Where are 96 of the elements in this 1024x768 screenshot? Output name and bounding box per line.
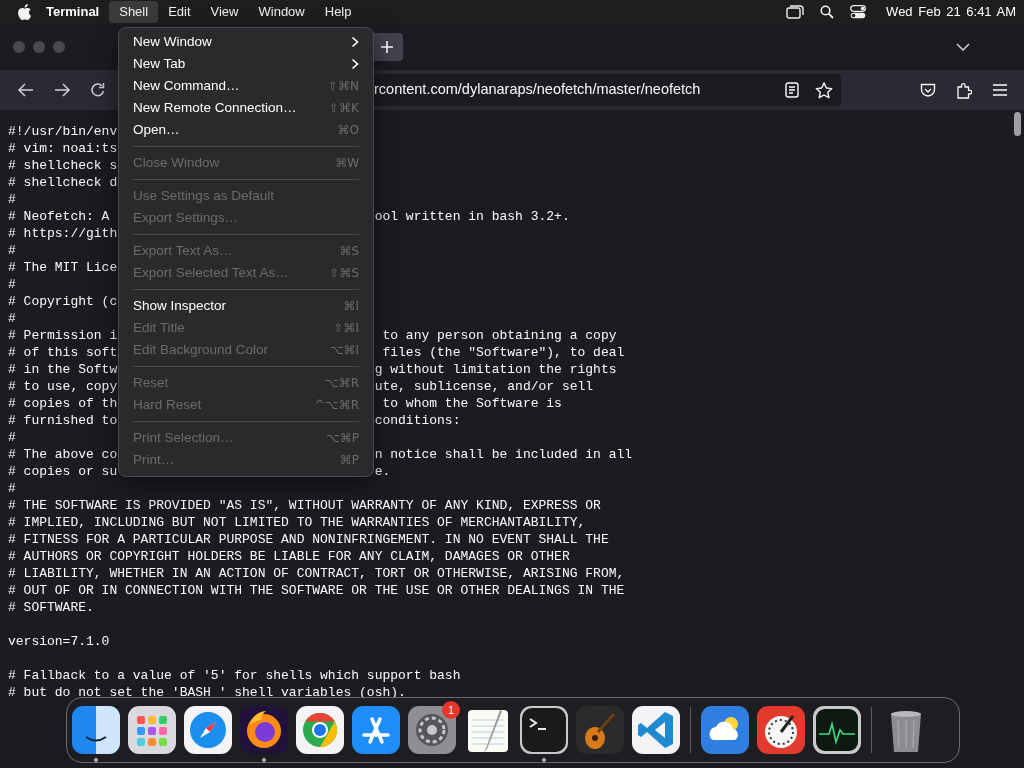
code-line: # AUTHORS OR COPYRIGHT HOLDERS BE LIABLE FOR ANY CLAIM, DAMAGES OR OTHER [8,549,570,564]
code-line: # of this soft [8,344,118,361]
menu-item[interactable]: New Remote Connection… ⇧⌘K [124,97,368,119]
code-line: n notice shall be included in all [374,446,633,463]
shortcut: ⌥⌘I [329,342,359,359]
shortcut: ⌘O [337,122,359,139]
code-line: # Copyright (c [8,293,118,310]
code-line: # SOFTWARE. [8,600,94,615]
puzzle-icon[interactable] [956,81,972,99]
code-line: # The above co [8,446,118,463]
app-name[interactable]: Terminal [32,2,110,22]
code-line: # https://gith [8,225,118,242]
shortcut: ⌥⌘R [324,375,359,392]
menu-icon[interactable] [992,84,1008,96]
menu-title[interactable]: Shell [109,1,159,23]
code-line: #!/usr/bin/env [8,123,118,140]
code-line: # FITNESS FOR A PARTICULAR PURPOSE AND NONINFRINGEMENT. IN NO EVENT SHALL THE [8,532,609,547]
shortcut: ⇧⌘N [327,78,359,95]
menu-item[interactable]: Show Inspector ⌘I [124,295,368,317]
code-line: ool written in bash 3.2+. [374,208,570,225]
code-line: ute, sublicense, and/or sell [374,378,594,395]
code-line: # [8,481,16,496]
window-icon[interactable] [786,5,805,19]
url-text: rcontent.com/dylanaraps/neofetch/master/neofetch [373,80,701,100]
gear-icon[interactable] [408,706,456,754]
code-line: # [8,243,16,258]
code-line: conditions: [374,412,461,429]
fox-globe-icon[interactable] [240,706,288,754]
menu-title[interactable]: Edit [158,1,201,23]
menu-title[interactable]: Help [314,1,362,23]
apple-icon[interactable] [16,3,32,21]
shortcut: ⇧⌘K [329,100,359,117]
code-line: # [8,192,16,207]
pulse-chart-icon[interactable] [813,706,861,754]
shortcut: ⌘P [339,452,359,469]
shortcut: ⌘S [339,243,359,260]
code-line: # furnished to [8,412,118,429]
terminal-icon[interactable] [520,706,568,754]
code-line: # in the Softw [8,361,118,378]
code-line: # copies or su [8,463,118,480]
code-line: # [8,277,16,292]
chevron-right-icon [351,58,359,70]
code-line: # [8,430,16,445]
gauge-icon[interactable] [757,706,805,754]
menu-title[interactable]: Window [248,1,315,23]
search-icon[interactable] [820,5,835,19]
grid-icon[interactable] [128,706,176,754]
ribbon-icon[interactable] [632,706,680,754]
shortcut: ⌘W [335,155,359,172]
reload-icon [90,82,106,98]
code-line: to any person obtaining a copy [381,327,617,344]
code-line: # OUT OF OR IN CONNECTION WITH THE SOFTWARE OR THE USE OR OTHER DEALINGS IN THE [8,583,625,598]
code-line: # vim: noai:ts [8,140,118,157]
shortcut: ⌘I [343,298,359,315]
notification-badge: 1 [442,701,460,719]
menu-item[interactable]: Open… ⌘O [124,119,368,141]
shortcut: ^⌥⌘R [314,397,359,414]
code-line: # to use, copy [8,378,118,395]
plus-icon [380,40,394,54]
arrow-left-icon [18,83,34,97]
code-line: g without limitation the rights [374,361,617,378]
cloud-icon[interactable] [701,706,749,754]
star-icon[interactable] [815,81,833,99]
reader-view-icon[interactable] [785,82,799,98]
code-line: version=7.1.0 [8,634,110,649]
split-tile-icon[interactable] [72,706,120,754]
shortcut: ⌥⌘P [325,430,359,447]
guitar-icon[interactable] [576,706,624,754]
arrow-right-icon [54,83,70,97]
menu-item[interactable]: New Tab [124,53,368,75]
shortcut: ⇧⌘I [333,320,359,337]
code-line: files (the "Software"), to deal [381,344,625,361]
code-line: # LIABILITY, WHETHER IN AN ACTION OF CONTRACT, TORT OR OTHERWISE, ARISING FROM, [8,566,625,581]
code-line: # The MIT Lice [8,259,118,276]
chevron-down-icon [956,43,970,51]
toggle-icon[interactable] [850,5,867,19]
menu-item[interactable]: New Command… ⇧⌘N [124,75,368,97]
code-line: # IMPLIED, INCLUDING BUT NOT LIMITED TO THE WARRANTIES OF MERCHANTABILITY, [8,515,586,530]
compass-icon[interactable] [184,706,232,754]
code-line: # Fallback to a value of '5' for shells which support bash [8,668,461,683]
pocket-icon[interactable] [920,82,936,98]
code-line: # shellcheck s [8,157,118,174]
menu-item[interactable]: New Window [124,31,368,53]
letter-a-shape-icon[interactable] [352,706,400,754]
code-line: # Permission i [8,327,118,344]
code-line: # shellcheck d [8,174,118,191]
shortcut: ⇧⌘S [329,265,359,282]
code-line: to whom the Software is [381,395,562,412]
clock[interactable]: Wed Feb 21 6:41 AM [886,2,1016,22]
code-line: e. [374,463,391,480]
code-line: # copies of th [8,395,118,412]
code-line: # [8,311,16,326]
code-line: # Neofetch: A [8,208,110,225]
menu-title[interactable]: View [200,1,249,23]
code-line: # THE SOFTWARE IS PROVIDED "AS IS", WITHOUT WARRANTY OF ANY KIND, EXPRESS OR [8,498,601,513]
chevron-right-icon [351,36,359,48]
